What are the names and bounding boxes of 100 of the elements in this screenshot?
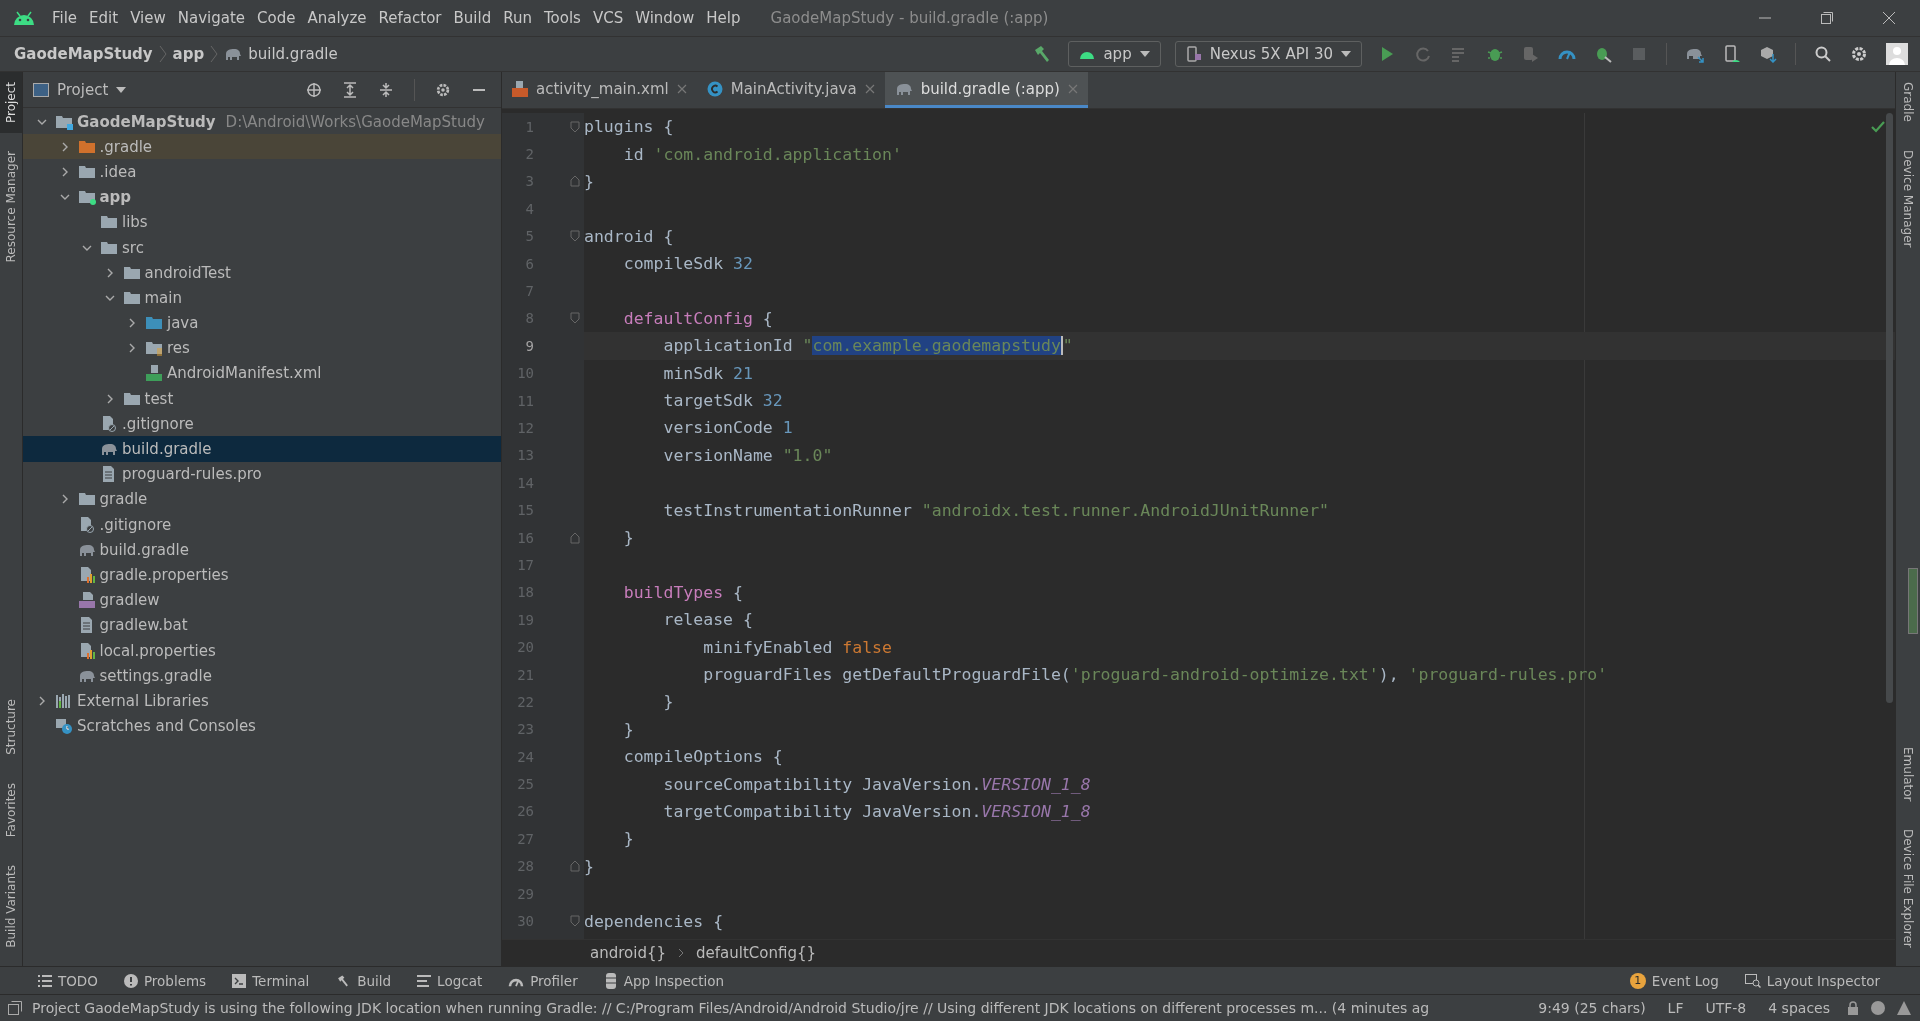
fold-marker-icon[interactable] [570,230,580,243]
menu-item[interactable]: Refactor [372,9,448,27]
menu-item[interactable]: Build [447,9,498,27]
tree-item[interactable]: res [23,335,501,361]
restore-icon[interactable] [1820,11,1834,25]
editor-tab[interactable]: activity_main.xml [502,72,697,108]
device-manager-icon[interactable] [1723,45,1741,63]
settings-icon[interactable] [1850,45,1868,63]
editor-tab[interactable]: MainActivity.java [696,72,885,108]
close-icon[interactable] [676,83,687,94]
tool-window-button[interactable]: Logcat [417,972,483,989]
tree-item[interactable]: .gitignore [23,512,501,538]
tool-window-tab[interactable]: Resource Manager [0,141,22,273]
tree-item[interactable]: Scratches and Consoles [23,713,501,739]
fold-marker-icon[interactable] [570,312,580,325]
run-configuration-dropdown[interactable]: app [1068,41,1161,67]
tree-item[interactable]: gradle.properties [23,562,501,588]
breadcrumb[interactable]: build.gradle [248,45,338,63]
menu-item[interactable]: Help [700,9,747,27]
tree-item-label: External Libraries [77,691,209,710]
settings-icon[interactable] [435,81,451,98]
scrollbar-thumb[interactable] [1886,113,1893,703]
menu-item[interactable]: Edit [83,9,125,27]
tool-window-tab[interactable]: Build Variants [0,855,22,958]
tool-window-tab[interactable]: Structure [0,689,22,765]
tool-window-button[interactable]: 1 Event Log [1629,972,1719,989]
search-icon[interactable] [1814,45,1832,63]
tree-item[interactable]: gradle [23,486,501,512]
tree-item[interactable]: .gradle [23,134,501,160]
panel-toggle-icon[interactable] [8,1001,22,1015]
close-icon[interactable] [1882,11,1896,25]
dropdown-caret-icon[interactable] [116,86,127,93]
tree-item[interactable]: androidTest [23,260,501,286]
tool-window-button[interactable]: TODO [38,972,98,989]
editor-tab[interactable]: build.gradle (:app) [884,72,1088,108]
tree-item[interactable]: .gitignore [23,411,501,437]
tool-window-button[interactable]: Problems [123,972,207,989]
package-download-icon[interactable] [1759,45,1777,63]
bug-arrow-icon[interactable] [1594,45,1612,63]
tool-window-tab[interactable]: Device File Explorer [1896,819,1920,958]
breadcrumb[interactable]: android{} [590,944,666,962]
menu-item[interactable]: View [124,9,172,27]
tool-window-button[interactable]: Terminal [232,972,310,989]
line-separator[interactable]: LF [1667,1000,1684,1016]
tree-item[interactable]: build.gradle [23,537,501,563]
tree-item[interactable]: app [23,184,501,210]
cursor-position[interactable]: 9:49 (25 chars) [1538,1000,1646,1016]
menu-item[interactable]: Tools [537,9,587,27]
tree-item[interactable]: build.gradle [23,436,501,462]
file-encoding[interactable]: UTF-8 [1705,1000,1747,1016]
collapse-all-icon[interactable] [378,81,394,98]
tree-item[interactable]: local.properties [23,637,501,664]
tool-window-tab[interactable]: Project [0,72,22,134]
tree-item[interactable]: test [23,386,501,412]
folder-icon [77,491,96,508]
fold-marker-icon[interactable] [570,531,580,544]
menu-item[interactable]: Code [251,9,302,27]
breadcrumb[interactable]: defaultConfig{} [696,944,816,962]
menu-item[interactable]: Run [497,9,538,27]
tool-window-tab[interactable]: Device Manager [1896,139,1920,258]
indent-setting[interactable]: 4 spaces [1768,1000,1830,1016]
tool-window-tab[interactable]: Emulator [1896,736,1920,812]
device-dropdown[interactable]: Nexus 5X API 30 [1174,41,1362,67]
tree-item[interactable]: AndroidManifest.xml [23,360,501,387]
tree-item[interactable]: GaodeMapStudy D:\Android\Works\GaodeMapStudy [23,109,501,135]
tree-item[interactable]: .idea [23,159,501,185]
tool-window-tab[interactable]: Favorites [0,773,22,848]
breadcrumb[interactable]: app [172,45,205,63]
tree-item[interactable]: settings.gradle [23,663,501,689]
code-line: plugins { [584,117,674,137]
tree-item[interactable]: libs [23,209,501,235]
close-icon[interactable] [864,83,875,94]
locate-icon[interactable] [306,81,322,98]
lock-icon[interactable] [1846,1001,1860,1015]
tree-item[interactable]: proguard-rules.pro [23,461,501,487]
fold-marker-icon[interactable] [570,175,580,188]
tree-item[interactable]: java [23,310,501,336]
tool-window-tab[interactable]: Gradle [1896,72,1920,132]
fold-marker-icon[interactable] [570,120,580,133]
tool-window-button[interactable]: Layout Inspector [1744,972,1880,989]
code-line: minifyEnabled false [702,637,892,657]
menu-item[interactable]: Window [629,9,701,27]
panel-title[interactable]: Project [57,80,109,99]
tree-item[interactable]: External Libraries [23,688,501,714]
fold-marker-icon[interactable] [570,915,580,927]
fold-marker-icon[interactable] [570,860,580,873]
menu-item[interactable]: Analyze [301,9,373,27]
tool-window-button[interactable]: Profiler [508,972,578,989]
expand-all-icon[interactable] [342,81,358,98]
tree-item[interactable]: src [23,234,501,261]
menu-item[interactable]: File [46,9,84,27]
status-message[interactable]: Project GaodeMapStudy is using the following JDK location when running Gradle: // C:/Program Files/Android/Android Studio/jre // Using different JDK locations on different processes m... (4 minutes ag [32,1000,1430,1016]
tool-window-button[interactable]: App Inspection [603,972,725,989]
menu-item[interactable]: VCS [586,9,630,27]
tree-item[interactable]: gradlew [23,587,501,613]
menu-item[interactable]: Navigate [171,9,252,27]
tree-item[interactable]: main [23,285,501,311]
breadcrumb[interactable]: GaodeMapStudy [14,45,153,63]
tool-window-button[interactable]: Build [335,972,392,989]
tree-item[interactable]: gradlew.bat [23,612,501,638]
